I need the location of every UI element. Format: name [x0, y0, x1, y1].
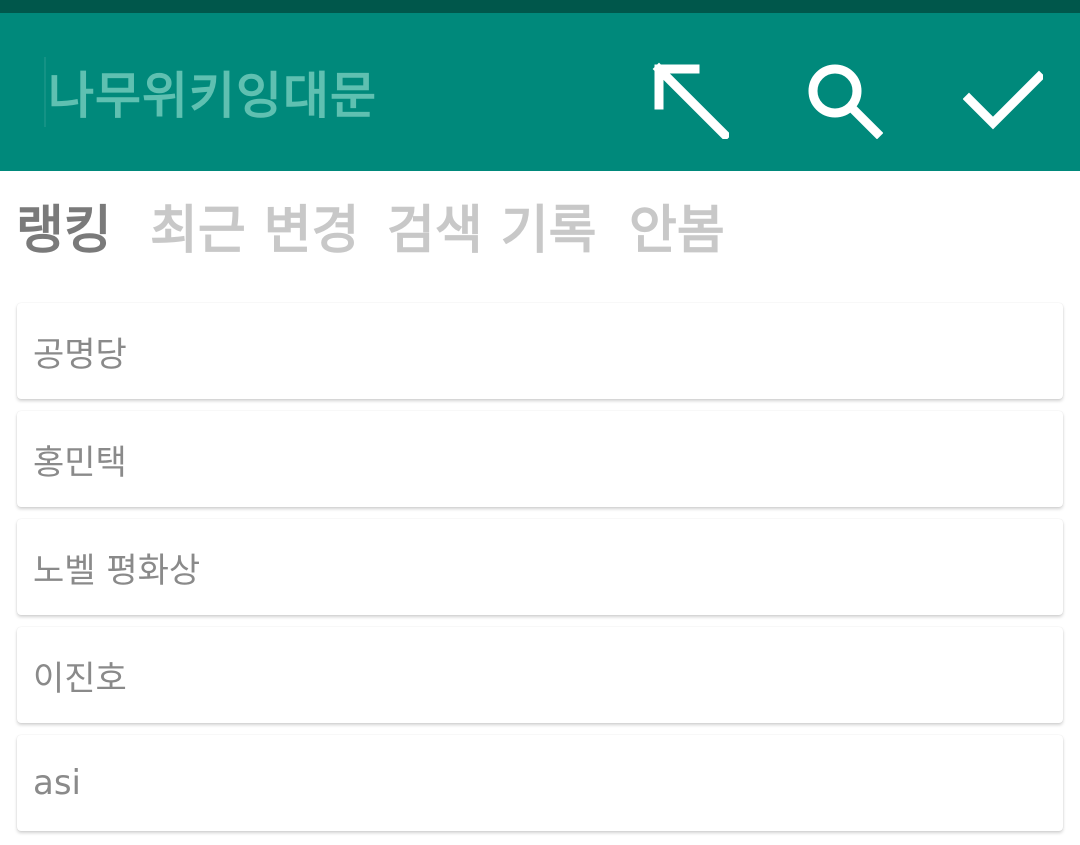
search-icon: [808, 64, 883, 139]
list-item[interactable]: 홍민택: [17, 411, 1063, 507]
list-item-label: 노벨 평화상: [33, 550, 201, 591]
tab-recent-changes[interactable]: 최근 변경: [150, 199, 359, 263]
list-item[interactable]: 공명당: [17, 303, 1063, 399]
list-item[interactable]: 이진호: [17, 627, 1063, 723]
tab-bar: 랭킹 최근 변경 검색 기록 안봄: [0, 171, 1080, 291]
back-button[interactable]: [641, 51, 737, 147]
check-icon: [963, 70, 1043, 130]
status-bar: [0, 0, 1080, 13]
list-item-label: 공명당: [33, 334, 127, 375]
toolbar: 나무위키잉대문: [0, 13, 1080, 171]
ranking-list: 공명당 홍민택 노벨 평화상 이진호 asi: [17, 303, 1063, 843]
search-button[interactable]: [795, 51, 891, 147]
list-item[interactable]: 노벨 평화상: [17, 519, 1063, 615]
list-item-label: asi: [33, 763, 81, 803]
list-item[interactable]: asi: [17, 735, 1063, 831]
list-item-label: 홍민택: [33, 442, 127, 483]
tab-ranking[interactable]: 랭킹: [16, 199, 112, 263]
list-item-label: 이진호: [33, 658, 127, 699]
tab-unread[interactable]: 안봄: [629, 199, 725, 263]
tab-search-history[interactable]: 검색 기록: [387, 199, 596, 263]
done-button[interactable]: [955, 51, 1051, 147]
arrow-up-left-icon: [652, 62, 729, 139]
search-input[interactable]: 나무위키잉대문: [44, 57, 604, 127]
search-input-text: 나무위키잉대문: [48, 67, 377, 125]
